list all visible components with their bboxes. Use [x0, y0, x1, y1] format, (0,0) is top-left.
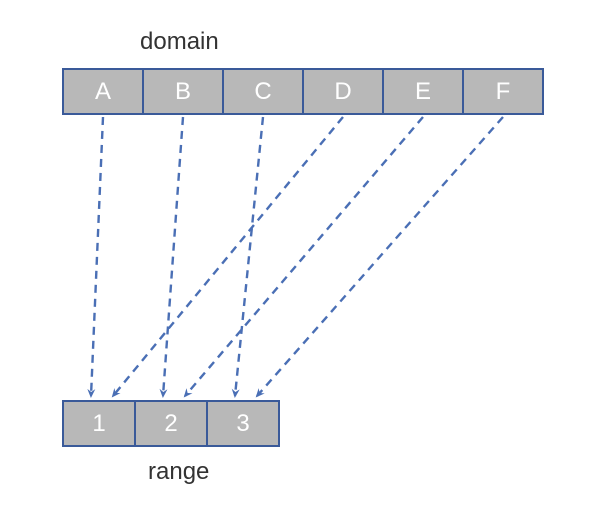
mapping-arrow	[257, 117, 503, 396]
range-row: 123	[62, 400, 280, 447]
mapping-arrow	[113, 117, 343, 396]
domain-cell: B	[142, 68, 224, 115]
mapping-arrow	[235, 117, 263, 396]
domain-cell: A	[62, 68, 144, 115]
mapping-arrow	[163, 117, 183, 396]
mapping-arrow	[185, 117, 423, 396]
mapping-arrow	[91, 117, 103, 396]
domain-label: domain	[140, 28, 219, 56]
range-cell: 2	[134, 400, 208, 447]
domain-row: ABCDEF	[62, 68, 544, 115]
range-label: range	[148, 458, 209, 486]
domain-cell: F	[462, 68, 544, 115]
range-cell: 3	[206, 400, 280, 447]
domain-cell: C	[222, 68, 304, 115]
range-cell: 1	[62, 400, 136, 447]
domain-cell: D	[302, 68, 384, 115]
domain-cell: E	[382, 68, 464, 115]
